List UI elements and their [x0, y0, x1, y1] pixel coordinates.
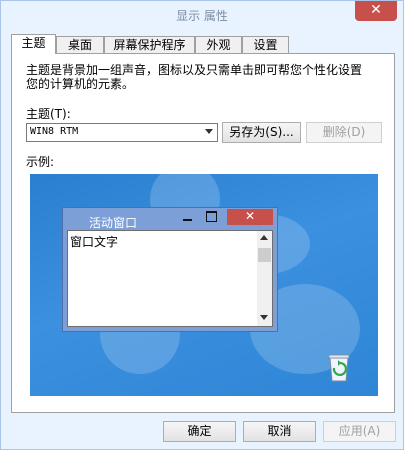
tab-settings[interactable]: 设置	[242, 36, 289, 53]
scroll-thumb	[258, 248, 271, 262]
theme-select[interactable]: WIN8 RTM	[26, 123, 218, 142]
close-icon: ✕	[227, 209, 273, 225]
apply-button[interactable]: 应用(A)	[323, 421, 396, 442]
maximize-icon	[206, 211, 217, 222]
active-window-body: 窗口文字	[67, 230, 273, 327]
title-bar[interactable]: 显示 属性 ✕	[1, 1, 403, 29]
scrollbar	[257, 231, 272, 326]
window-text: 窗口文字	[70, 235, 119, 249]
theme-label: 主题(T):	[26, 107, 71, 121]
theme-preview: 活动窗口 ✕ 窗口文字	[30, 174, 378, 396]
minimize-icon	[181, 212, 195, 222]
active-window-sample: 活动窗口 ✕ 窗口文字	[62, 207, 278, 332]
recycle-bin-icon	[328, 354, 350, 382]
close-button[interactable]: ✕	[355, 1, 397, 21]
display-properties-dialog: 显示 属性 ✕ 主题 桌面 屏幕保护程序 外观 设置 主题是背景加一组声音，图标…	[0, 0, 404, 450]
description-line-2: 您的计算机的元素。	[26, 77, 135, 91]
save-as-button[interactable]: 另存为(S)...	[222, 122, 301, 143]
window-title: 显示 属性	[176, 9, 228, 23]
theme-panel: 主题是背景加一组声音，图标以及只需单击即可帮您个性化设置 您的计算机的元素。 主…	[11, 53, 395, 413]
tab-screensaver[interactable]: 屏幕保护程序	[104, 36, 195, 53]
ok-button[interactable]: 确定	[163, 421, 236, 442]
tab-theme[interactable]: 主题	[11, 34, 56, 54]
description-line-1: 主题是背景加一组声音，图标以及只需单击即可帮您个性化设置	[26, 63, 363, 77]
close-icon: ✕	[370, 2, 382, 18]
tab-appearance[interactable]: 外观	[195, 36, 242, 53]
tab-desktop[interactable]: 桌面	[56, 36, 104, 53]
chevron-down-icon[interactable]	[205, 129, 213, 134]
theme-select-value: WIN8 RTM	[30, 126, 79, 137]
scroll-up-icon	[260, 235, 268, 240]
preview-label: 示例:	[26, 155, 55, 169]
active-window-title: 活动窗口	[89, 216, 138, 230]
cancel-button[interactable]: 取消	[243, 421, 316, 442]
close-glyph: ✕	[244, 209, 256, 223]
scroll-down-icon	[260, 315, 268, 320]
delete-button[interactable]: 删除(D)	[306, 122, 382, 143]
theme-description: 主题是背景加一组声音，图标以及只需单击即可帮您个性化设置 您的计算机的元素。	[26, 63, 386, 91]
